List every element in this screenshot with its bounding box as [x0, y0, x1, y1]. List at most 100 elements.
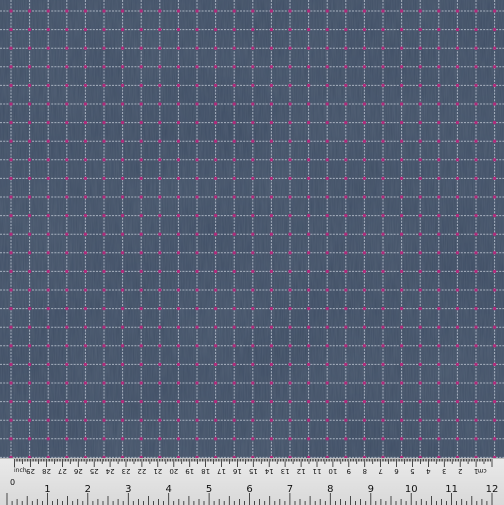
grid-intersection-dot	[400, 121, 404, 125]
grid-intersection-dot	[344, 400, 348, 404]
grid-intersection-dot	[158, 418, 162, 422]
grid-intersection-dot	[362, 307, 366, 311]
grid-intersection-dot	[214, 214, 218, 218]
grid-intersection-dot	[158, 307, 162, 311]
grid-intersection-dot	[195, 121, 199, 125]
grid-intersection-dot	[437, 65, 441, 69]
grid-intersection-dot	[344, 232, 348, 236]
grid-intersection-dot	[121, 65, 125, 69]
grid-intersection-dot	[381, 400, 385, 404]
grid-intersection-dot	[455, 344, 459, 348]
grid-intersection-dot	[214, 400, 218, 404]
grid-intersection-dot	[46, 28, 50, 32]
grid-intersection-dot	[381, 83, 385, 87]
grid-intersection-dot	[28, 251, 32, 255]
grid-intersection-dot	[362, 325, 366, 329]
grid-intersection-dot	[139, 28, 143, 32]
grid-intersection-dot	[214, 325, 218, 329]
grid-intersection-dot	[474, 65, 478, 69]
grid-intersection-dot	[139, 437, 143, 441]
grid-intersection-dot	[288, 102, 292, 106]
grid-intersection-dot	[251, 28, 255, 32]
grid-intersection-dot	[102, 381, 106, 385]
grid-intersection-dot	[102, 307, 106, 311]
grid-intersection-dot	[65, 381, 69, 385]
grid-intersection-dot	[83, 325, 87, 329]
grid-intersection-dot	[232, 158, 236, 162]
grid-intersection-dot	[288, 139, 292, 143]
grid-intersection-dot	[251, 251, 255, 255]
grid-intersection-dot	[437, 176, 441, 180]
grid-intersection-dot	[65, 232, 69, 236]
grid-intersection-dot	[139, 381, 143, 385]
grid-intersection-dot	[176, 400, 180, 404]
grid-intersection-dot	[176, 232, 180, 236]
grid-intersection-dot	[139, 400, 143, 404]
grid-intersection-dot	[362, 121, 366, 125]
grid-intersection-dot	[381, 362, 385, 366]
grid-intersection-dot	[9, 9, 13, 13]
grid-intersection-dot	[381, 121, 385, 125]
cm-number-label: 5	[410, 467, 414, 475]
grid-intersection-dot	[158, 437, 162, 441]
grid-intersection-dot	[362, 381, 366, 385]
grid-intersection-dot	[176, 102, 180, 106]
grid-intersection-dot	[46, 214, 50, 218]
grid-intersection-dot	[232, 307, 236, 311]
grid-intersection-dot	[102, 83, 106, 87]
grid-intersection-dot	[474, 269, 478, 273]
grid-intersection-dot	[121, 232, 125, 236]
inch-number-label: 5	[206, 484, 212, 495]
grid-intersection-dot	[83, 232, 87, 236]
grid-intersection-dot	[307, 418, 311, 422]
grid-intersection-dot	[28, 400, 32, 404]
grid-intersection-dot	[362, 400, 366, 404]
grid-intersection-dot	[83, 288, 87, 292]
grid-intersection-dot	[362, 9, 366, 13]
grid-intersection-dot	[362, 418, 366, 422]
grid-intersection-dot	[288, 46, 292, 50]
grid-intersection-dot	[158, 288, 162, 292]
grid-intersection-dot	[288, 9, 292, 13]
grid-intersection-dot	[474, 9, 478, 13]
grid-intersection-dot	[65, 362, 69, 366]
grid-intersection-dot	[195, 325, 199, 329]
grid-intersection-dot	[418, 65, 422, 69]
grid-intersection-dot	[493, 214, 497, 218]
grid-intersection-dot	[381, 46, 385, 50]
grid-intersection-dot	[400, 400, 404, 404]
grid-intersection-dot	[381, 9, 385, 13]
grid-intersection-dot	[269, 232, 273, 236]
grid-intersection-dot	[65, 325, 69, 329]
grid-intersection-dot	[269, 195, 273, 199]
grid-intersection-dot	[176, 288, 180, 292]
inch-number-label: 4	[166, 484, 172, 495]
grid-intersection-dot	[455, 139, 459, 143]
grid-intersection-dot	[195, 83, 199, 87]
grid-intersection-dot	[102, 214, 106, 218]
grid-intersection-dot	[232, 437, 236, 441]
grid-intersection-dot	[251, 232, 255, 236]
grid-intersection-dot	[344, 83, 348, 87]
grid-intersection-dot	[493, 176, 497, 180]
grid-intersection-dot	[121, 46, 125, 50]
grid-intersection-dot	[269, 46, 273, 50]
grid-intersection-dot	[455, 195, 459, 199]
grid-intersection-dot	[139, 195, 143, 199]
grid-intersection-dot	[139, 325, 143, 329]
grid-intersection-dot	[195, 381, 199, 385]
grid-intersection-dot	[65, 83, 69, 87]
grid-intersection-dot	[418, 437, 422, 441]
cm-number-label: 22	[137, 467, 146, 475]
grid-intersection-dot	[325, 307, 329, 311]
cm-unit-label: cm	[477, 467, 486, 474]
grid-intersection-dot	[102, 325, 106, 329]
grid-intersection-dot	[139, 83, 143, 87]
grid-intersection-dot	[307, 362, 311, 366]
grid-intersection-dot	[418, 232, 422, 236]
inch-unit-label: inch	[14, 467, 27, 474]
grid-intersection-dot	[362, 288, 366, 292]
grid-intersection-dot	[176, 176, 180, 180]
cm-number-label: 20	[169, 467, 178, 475]
grid-intersection-dot	[251, 9, 255, 13]
